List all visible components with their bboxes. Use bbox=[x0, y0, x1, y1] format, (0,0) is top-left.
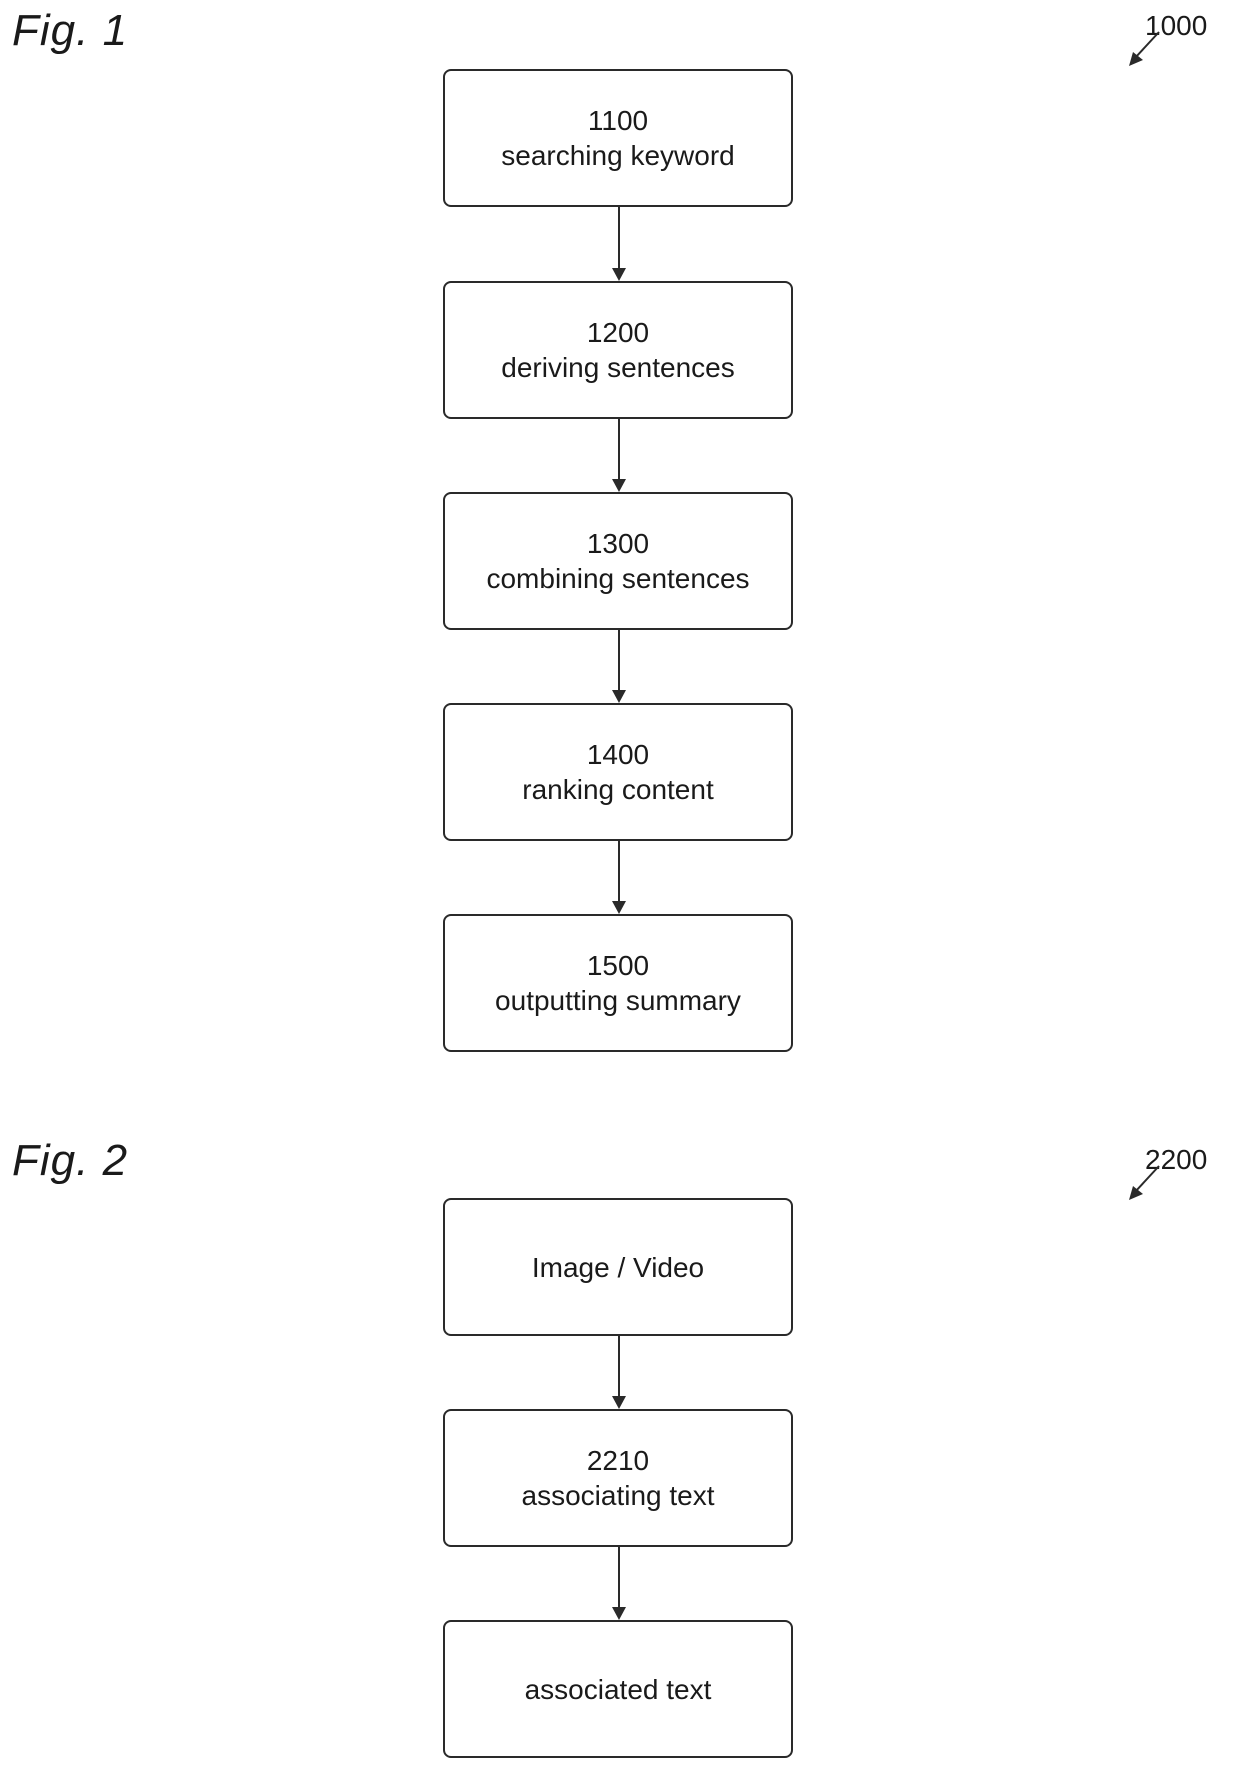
arrow-1300-to-1400 bbox=[612, 630, 626, 703]
arrow-2210-to-associated-text bbox=[612, 1547, 626, 1620]
connectors-layer bbox=[612, 207, 626, 1620]
arrow-image-video-to-2210 bbox=[612, 1336, 626, 1409]
arrow-1100-to-1200 bbox=[612, 207, 626, 281]
arrow-1200-to-1300 bbox=[612, 419, 626, 492]
arrow-1400-to-1500 bbox=[612, 841, 626, 914]
